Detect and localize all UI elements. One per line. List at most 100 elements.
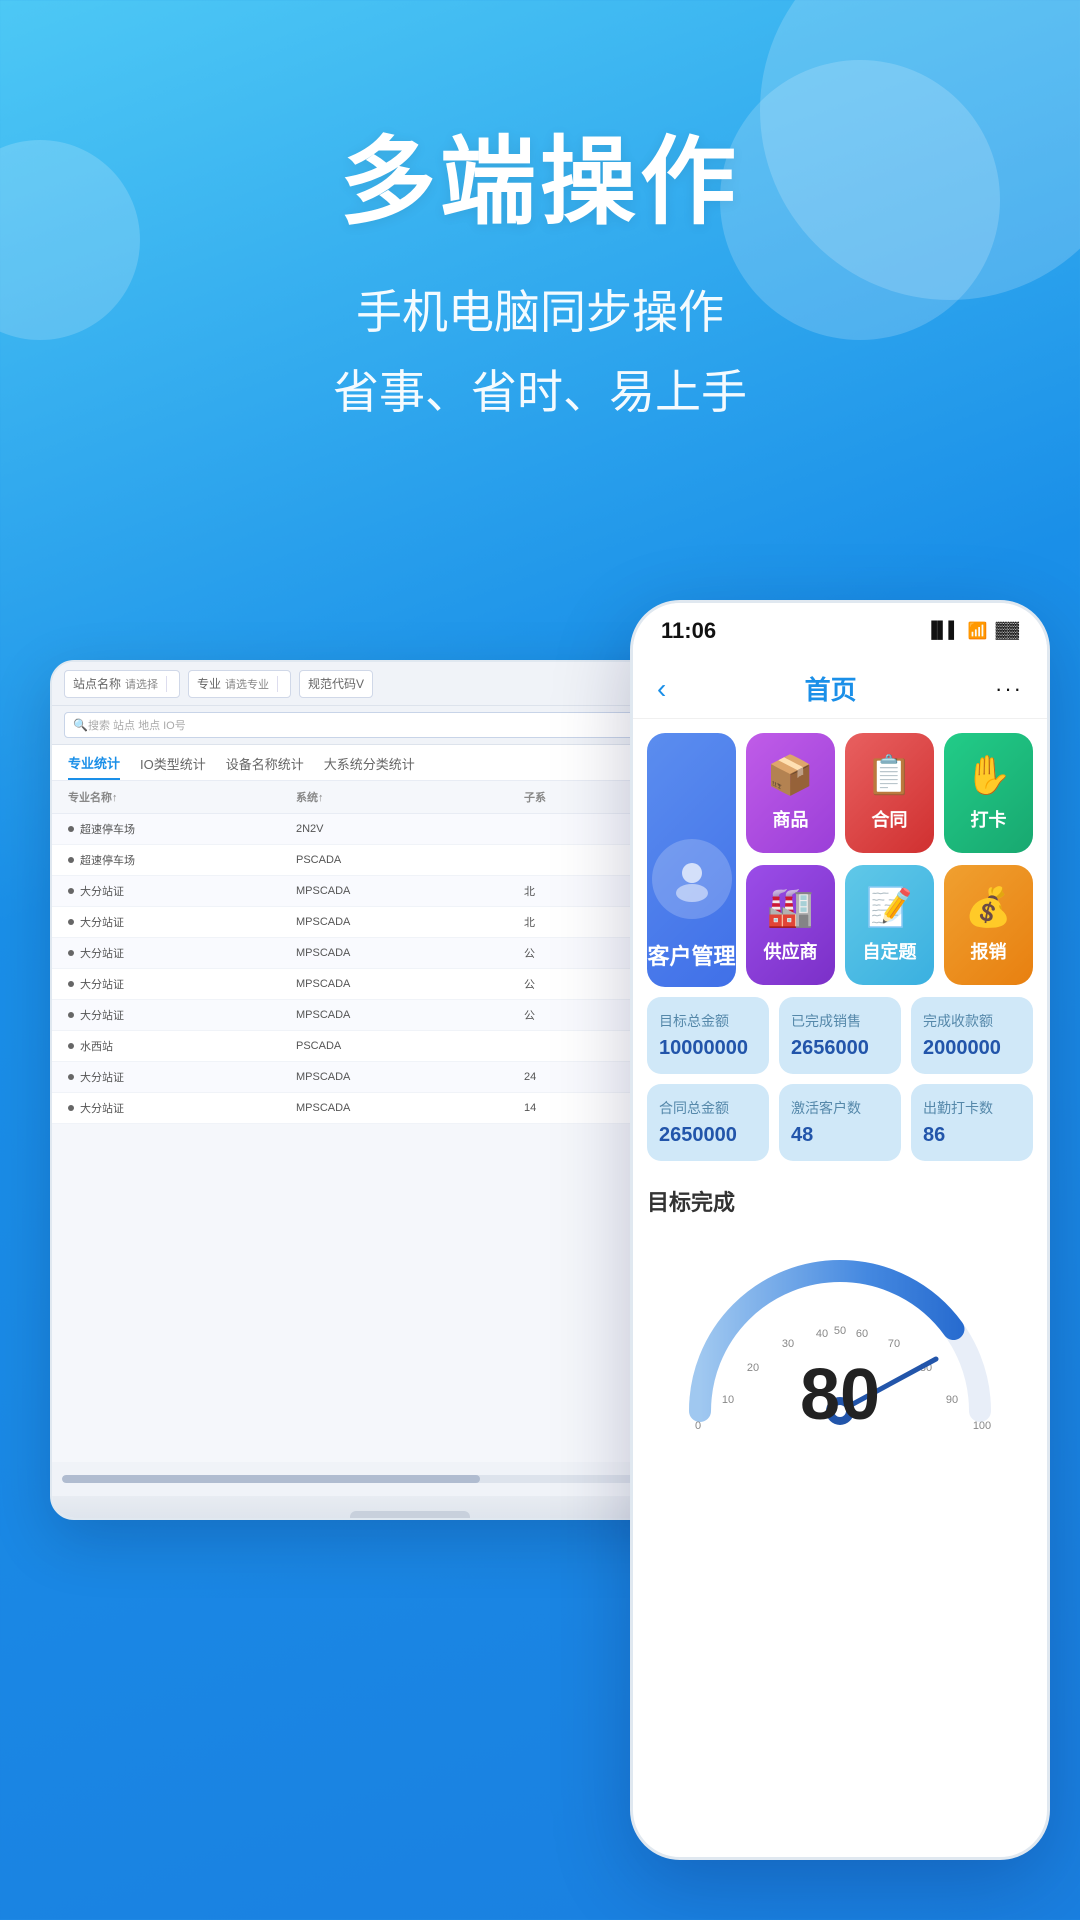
- table-cell: 大分站证: [68, 883, 296, 899]
- app-tile-customer[interactable]: 客户管理: [647, 733, 736, 987]
- toolbar-group-code[interactable]: 规范代码V: [299, 670, 373, 698]
- speedometer-container: 0 10 20 30 40 50 60: [647, 1231, 1033, 1461]
- app-tile-products-label: 商品: [773, 806, 809, 832]
- app-grid: 客户管理 📦 商品 📋 合同 ✋ 打卡 🏭 供应商: [633, 719, 1047, 997]
- phone-nav-title: 首页: [666, 670, 995, 707]
- app-tile-supplier[interactable]: 🏭 供应商: [746, 865, 835, 985]
- stat-label-payment: 完成收款额: [923, 1011, 1021, 1031]
- app-tile-customer-label: 客户管理: [647, 939, 735, 971]
- table-cell: 超速停车场: [68, 852, 296, 868]
- tab-system-stats[interactable]: 大系统分类统计: [324, 754, 415, 779]
- search-icon: 🔍: [73, 718, 88, 732]
- stat-tile-contract: 合同总金额 2650000: [647, 1084, 769, 1161]
- stat-tile-target: 目标总金额 10000000: [647, 997, 769, 1074]
- expense-icon: 💰: [965, 886, 1012, 930]
- products-icon: 📦: [767, 754, 814, 798]
- app-tile-attendance[interactable]: ✋ 打卡: [944, 733, 1033, 853]
- stat-value-target: 10000000: [659, 1037, 757, 1060]
- table-cell: 大分站证: [68, 914, 296, 930]
- stat-value-checkin: 86: [923, 1124, 1021, 1147]
- table-cell: MPSCADA: [296, 978, 524, 990]
- table-cell: MPSCADA: [296, 947, 524, 959]
- device-area: 站点名称 请选择 专业 请选专业 规范代码V 🔍 搜索 站点 地点 IO号 搜索: [0, 600, 1080, 1920]
- toolbar-group-station[interactable]: 站点名称 请选择: [64, 670, 180, 698]
- supplier-icon: 🏭: [767, 886, 814, 930]
- customer-avatar: [652, 839, 732, 919]
- laptop-trackpad: [350, 1511, 470, 1520]
- svg-text:70: 70: [888, 1338, 900, 1350]
- stat-tile-customers: 激活客户数 48: [779, 1084, 901, 1161]
- svg-text:0: 0: [695, 1420, 701, 1432]
- signal-icon: ▐▌▌: [926, 622, 960, 640]
- stat-label-sales: 已完成销售: [791, 1011, 889, 1031]
- table-cell: PSCADA: [296, 854, 524, 866]
- table-cell: PSCADA: [296, 1040, 524, 1052]
- stat-tile-payment: 完成收款额 2000000: [911, 997, 1033, 1074]
- stat-value-payment: 2000000: [923, 1037, 1021, 1060]
- svg-text:60: 60: [856, 1328, 868, 1340]
- phone-status-icons: ▐▌▌ 📶 ▓▓: [926, 621, 1019, 641]
- app-tile-supplier-label: 供应商: [764, 938, 818, 964]
- table-cell: MPSCADA: [296, 1102, 524, 1114]
- svg-text:40: 40: [816, 1328, 828, 1340]
- attendance-icon: ✋: [965, 754, 1012, 798]
- table-cell: 大分站证: [68, 1007, 296, 1023]
- app-tile-custom[interactable]: 📝 自定题: [845, 865, 934, 985]
- tab-major-stats[interactable]: 专业统计: [68, 753, 120, 780]
- table-header-name: 专业名称↑: [68, 789, 296, 805]
- wifi-icon: 📶: [968, 621, 988, 641]
- speed-value: 80: [800, 1359, 880, 1431]
- table-cell: MPSCADA: [296, 1071, 524, 1083]
- toolbar-station-select[interactable]: 请选择: [125, 676, 167, 692]
- stat-value-sales: 2656000: [791, 1037, 889, 1060]
- stat-label-checkin: 出勤打卡数: [923, 1098, 1021, 1118]
- table-header-sys: 系统↑: [296, 789, 524, 805]
- app-tile-custom-label: 自定题: [863, 938, 917, 964]
- battery-icon: ▓▓: [996, 622, 1019, 640]
- table-cell: 水西站: [68, 1038, 296, 1054]
- back-button[interactable]: ‹: [657, 673, 666, 705]
- phone-navbar: ‹ 首页 ···: [633, 659, 1047, 719]
- phone-statusbar: 11:06 ▐▌▌ 📶 ▓▓: [633, 603, 1047, 659]
- app-tile-attendance-label: 打卡: [971, 806, 1007, 832]
- svg-text:90: 90: [946, 1394, 958, 1406]
- phone-time: 11:06: [661, 618, 716, 644]
- stat-label-contract: 合同总金额: [659, 1098, 757, 1118]
- svg-text:50: 50: [834, 1325, 846, 1337]
- hero-subtitle1: 手机电脑同步操作: [0, 276, 1080, 342]
- toolbar-code-label: 规范代码V: [308, 675, 364, 692]
- svg-text:20: 20: [747, 1362, 759, 1374]
- svg-text:100: 100: [973, 1420, 991, 1432]
- goal-section: 目标完成: [633, 1171, 1047, 1461]
- stat-label-target: 目标总金额: [659, 1011, 757, 1031]
- table-cell: MPSCADA: [296, 916, 524, 928]
- app-tile-expense[interactable]: 💰 报销: [944, 865, 1033, 985]
- more-button[interactable]: ···: [995, 676, 1023, 702]
- app-tile-expense-label: 报销: [971, 938, 1007, 964]
- table-cell: 大分站证: [68, 945, 296, 961]
- stat-tile-checkin: 出勤打卡数 86: [911, 1084, 1033, 1161]
- toolbar-major-label: 专业: [197, 675, 221, 692]
- laptop-search-input[interactable]: 🔍 搜索 站点 地点 IO号: [64, 712, 636, 738]
- table-cell: MPSCADA: [296, 885, 524, 897]
- hero-title: 多端操作: [0, 130, 1080, 236]
- app-tile-products[interactable]: 📦 商品: [746, 733, 835, 853]
- hero-subtitle2: 省事、省时、易上手: [0, 356, 1080, 422]
- toolbar-group-major[interactable]: 专业 请选专业: [188, 670, 291, 698]
- stat-tile-sales: 已完成销售 2656000: [779, 997, 901, 1074]
- tab-io-stats[interactable]: IO类型统计: [140, 754, 206, 779]
- table-cell: MPSCADA: [296, 1009, 524, 1021]
- stat-value-contract: 2650000: [659, 1124, 757, 1147]
- hero-section: 多端操作 手机电脑同步操作 省事、省时、易上手: [0, 0, 1080, 422]
- toolbar-station-label: 站点名称: [73, 675, 121, 692]
- table-cell: 大分站证: [68, 1069, 296, 1085]
- table-cell: 大分站证: [68, 976, 296, 992]
- phone-mockup: 11:06 ▐▌▌ 📶 ▓▓ ‹ 首页 ···: [630, 600, 1050, 1860]
- tab-device-stats[interactable]: 设备名称统计: [226, 754, 304, 779]
- toolbar-major-select[interactable]: 请选专业: [225, 676, 278, 692]
- svg-text:10: 10: [722, 1394, 734, 1406]
- search-placeholder: 搜索 站点 地点 IO号: [88, 717, 186, 733]
- contract-icon: 📋: [866, 754, 913, 798]
- app-tile-contract[interactable]: 📋 合同: [845, 733, 934, 853]
- goal-title: 目标完成: [647, 1185, 1033, 1217]
